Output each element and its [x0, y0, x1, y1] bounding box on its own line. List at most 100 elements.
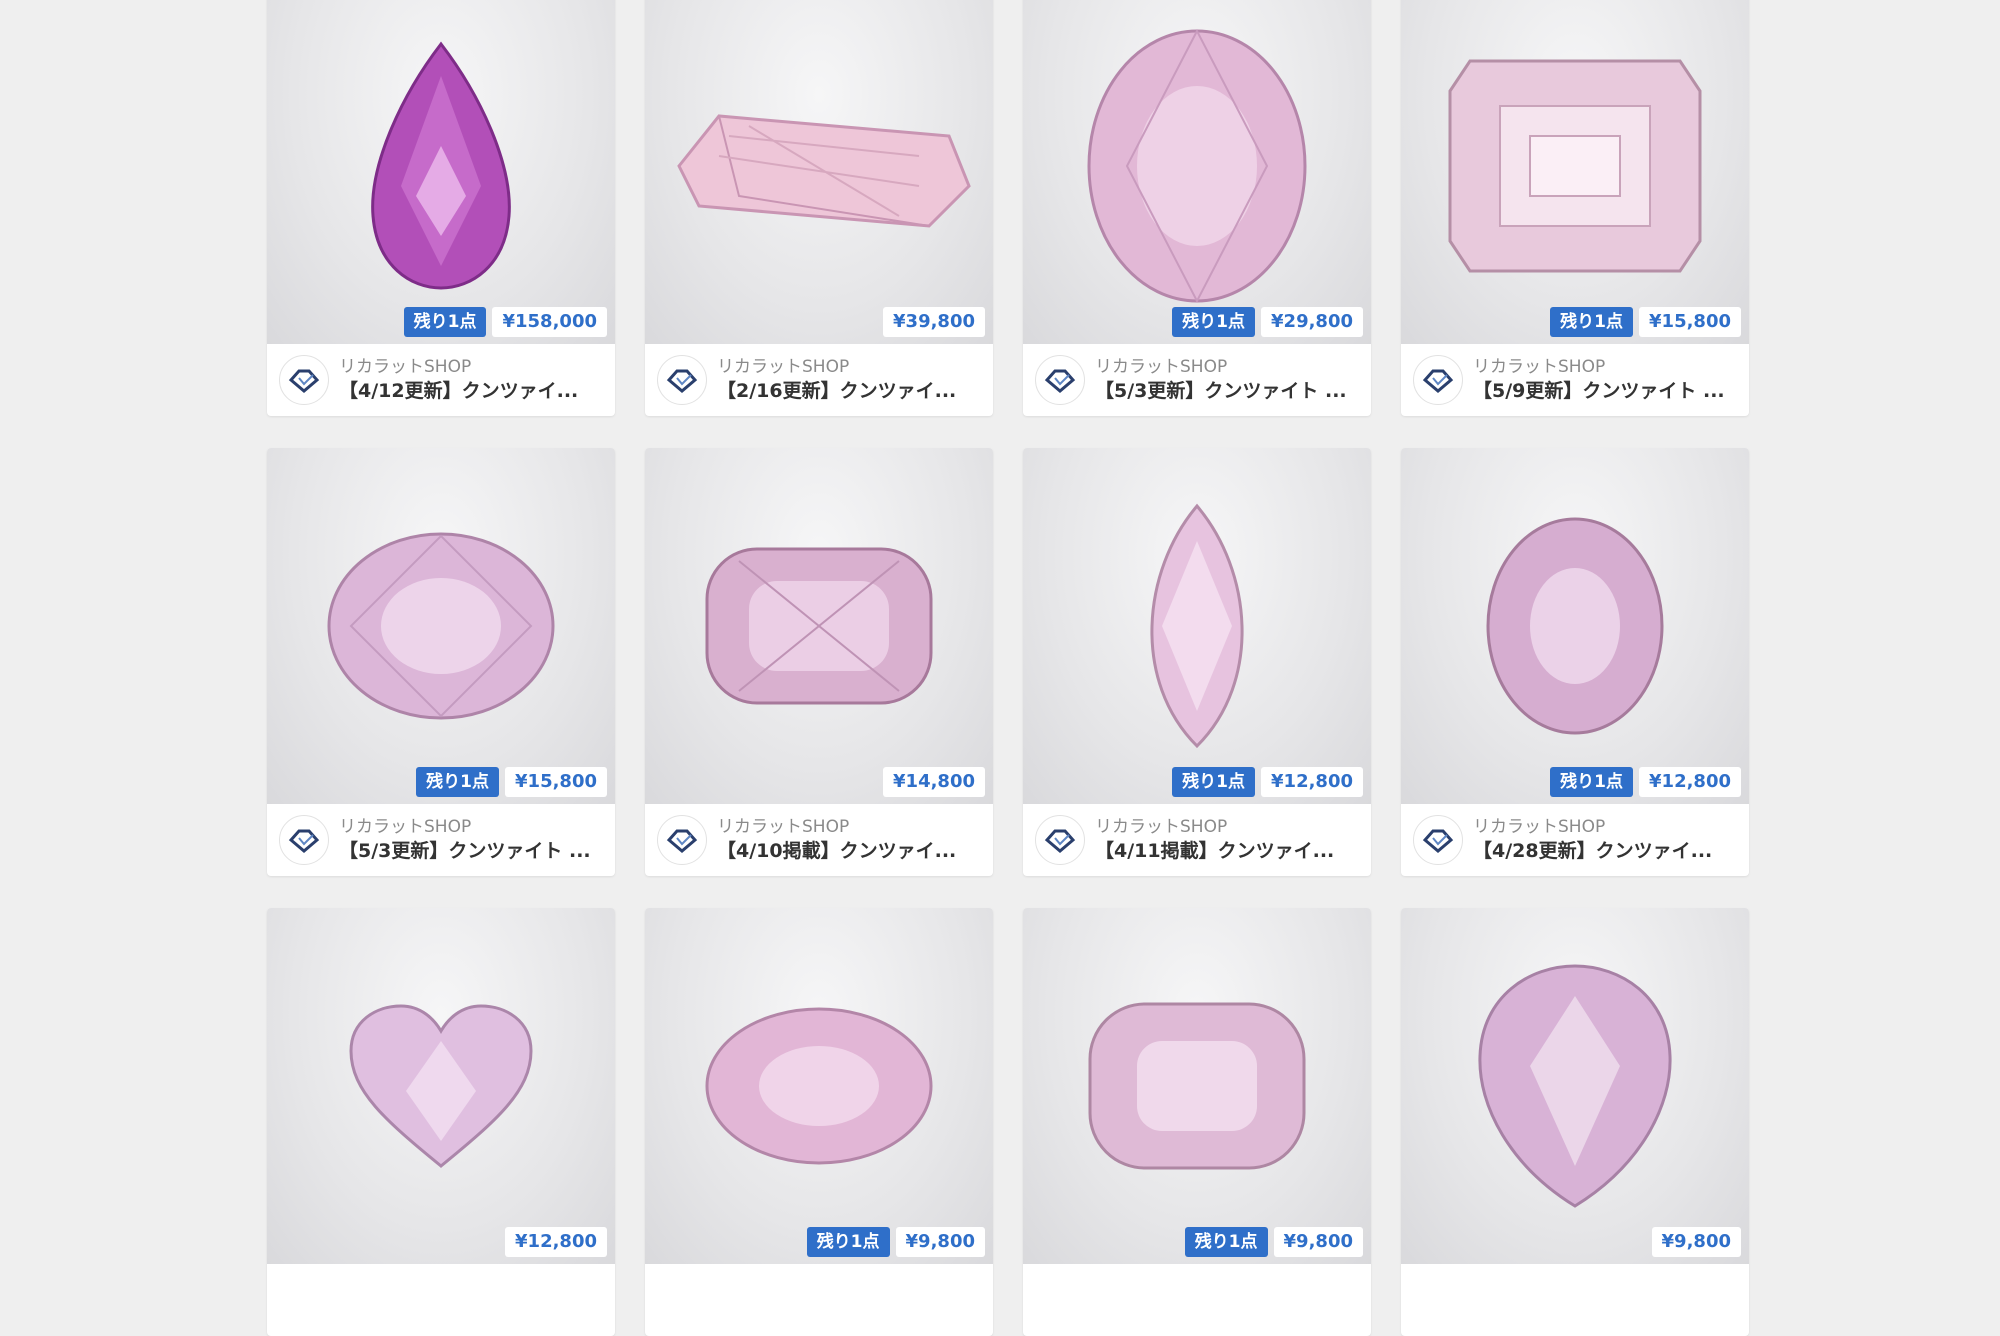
price-badge: ¥14,800 — [883, 767, 985, 797]
product-photo[interactable]: 残り1点 ¥9,800 — [1023, 908, 1371, 1264]
product-photo[interactable]: 残り1点 ¥9,800 — [645, 908, 993, 1264]
card-meta: リカラットSHOP 【2/16更新】クンツァイ... — [645, 344, 993, 416]
shop-logo-icon[interactable] — [1035, 815, 1085, 865]
product-title[interactable]: 【5/3更新】クンツァイト ... — [339, 838, 603, 864]
oval-gem-icon — [1087, 28, 1307, 304]
product-photo[interactable]: 残り1点 ¥158,000 — [267, 0, 615, 344]
product-card[interactable]: 残り1点 ¥9,800 — [645, 908, 993, 1336]
stock-badge: 残り1点 — [1184, 1227, 1268, 1257]
shop-name[interactable]: リカラットSHOP — [339, 816, 603, 838]
badges: ¥12,800 — [505, 1227, 607, 1257]
product-card[interactable]: ¥12,800 — [267, 908, 615, 1336]
shop-name[interactable]: リカラットSHOP — [1473, 356, 1737, 378]
stock-badge: 残り1点 — [416, 767, 500, 797]
product-title[interactable]: 【5/3更新】クンツァイト ... — [1095, 378, 1359, 404]
stock-badge: 残り1点 — [806, 1227, 890, 1257]
badges: 残り1点 ¥12,800 — [1550, 767, 1741, 797]
product-photo[interactable]: 残り1点 ¥12,800 — [1401, 448, 1749, 804]
badges: 残り1点 ¥15,800 — [1550, 307, 1741, 337]
shop-logo-icon[interactable] — [279, 815, 329, 865]
pear-gem-icon — [371, 41, 511, 290]
price-badge: ¥9,800 — [1651, 1227, 1741, 1257]
badges: 残り1点 ¥9,800 — [1184, 1227, 1363, 1257]
cushion-gem-icon — [705, 547, 933, 705]
product-title[interactable]: 【4/12更新】クンツァイ... — [339, 378, 603, 404]
card-meta: リカラットSHOP 【4/10掲載】クンツァイ... — [645, 804, 993, 876]
product-title[interactable]: 【5/9更新】クンツァイト ... — [1473, 378, 1737, 404]
shop-logo-icon[interactable] — [657, 355, 707, 405]
shop-name[interactable]: リカラットSHOP — [339, 356, 603, 378]
product-photo[interactable]: 残り1点 ¥15,800 — [1401, 0, 1749, 344]
badges: 残り1点 ¥29,800 — [1172, 307, 1363, 337]
oval-gem-icon — [1486, 517, 1664, 735]
product-photo[interactable]: 残り1点 ¥29,800 — [1023, 0, 1371, 344]
stock-badge: 残り1点 — [403, 307, 487, 337]
product-card[interactable]: 残り1点 ¥29,800 リカラットSHOP 【5/3更新】クンツァイト ... — [1023, 0, 1371, 416]
badges: ¥9,800 — [1651, 1227, 1741, 1257]
price-badge: ¥39,800 — [883, 307, 985, 337]
shop-name[interactable]: リカラットSHOP — [1473, 816, 1737, 838]
shop-logo-icon[interactable] — [657, 815, 707, 865]
price-badge: ¥15,800 — [505, 767, 607, 797]
oval-gem-icon — [705, 1007, 933, 1165]
emerald-cut-gem-icon — [1448, 59, 1702, 273]
elongated-gem-icon — [677, 114, 971, 228]
oval-gem-icon — [327, 532, 555, 720]
product-card[interactable]: ¥9,800 — [1401, 908, 1749, 1336]
price-badge: ¥29,800 — [1261, 307, 1363, 337]
card-meta: リカラットSHOP 【4/11掲載】クンツァイ... — [1023, 804, 1371, 876]
badges: ¥39,800 — [883, 307, 985, 337]
badges: ¥14,800 — [883, 767, 985, 797]
price-badge: ¥12,800 — [505, 1227, 607, 1257]
product-photo[interactable]: ¥39,800 — [645, 0, 993, 344]
product-card[interactable]: 残り1点 ¥15,800 リカラットSHOP 【5/3更新】クンツァイト ... — [267, 448, 615, 876]
badges: 残り1点 ¥15,800 — [416, 767, 607, 797]
product-title[interactable]: 【4/10掲載】クンツァイ... — [717, 838, 981, 864]
marquise-gem-icon — [1150, 503, 1244, 749]
product-title[interactable]: 【2/16更新】クンツァイ... — [717, 378, 981, 404]
product-photo[interactable]: 残り1点 ¥15,800 — [267, 448, 615, 804]
stock-badge: 残り1点 — [1550, 767, 1634, 797]
price-badge: ¥158,000 — [492, 307, 607, 337]
shop-logo-icon[interactable] — [279, 355, 329, 405]
product-card[interactable]: 残り1点 ¥12,800 リカラットSHOP 【4/11掲載】クンツァイ... — [1023, 448, 1371, 876]
pear-gem-icon — [1478, 964, 1672, 1208]
badges: 残り1点 ¥12,800 — [1172, 767, 1363, 797]
product-title[interactable]: 【4/28更新】クンツァイ... — [1473, 838, 1737, 864]
shop-logo-icon[interactable] — [1413, 355, 1463, 405]
product-card[interactable]: 残り1点 ¥9,800 — [1023, 908, 1371, 1336]
cushion-gem-icon — [1088, 1002, 1306, 1170]
card-meta: リカラットSHOP 【5/3更新】クンツァイト ... — [1023, 344, 1371, 416]
shop-logo-icon[interactable] — [1035, 355, 1085, 405]
shop-name[interactable]: リカラットSHOP — [717, 816, 981, 838]
shop-name[interactable]: リカラットSHOP — [1095, 816, 1359, 838]
product-card[interactable]: 残り1点 ¥15,800 リカラットSHOP 【5/9更新】クンツァイト ... — [1401, 0, 1749, 416]
card-meta: リカラットSHOP 【5/3更新】クンツァイト ... — [267, 804, 615, 876]
product-card[interactable]: ¥39,800 リカラットSHOP 【2/16更新】クンツァイ... — [645, 0, 993, 416]
stock-badge: 残り1点 — [1172, 767, 1256, 797]
shop-name[interactable]: リカラットSHOP — [717, 356, 981, 378]
card-meta: リカラットSHOP 【4/12更新】クンツァイ... — [267, 344, 615, 416]
product-card[interactable]: 残り1点 ¥158,000 リカラットSHOP 【4/12更新】クンツァイ... — [267, 0, 615, 416]
product-photo[interactable]: ¥12,800 — [267, 908, 615, 1264]
product-card[interactable]: 残り1点 ¥12,800 リカラットSHOP 【4/28更新】クンツァイ... — [1401, 448, 1749, 876]
price-badge: ¥12,800 — [1261, 767, 1363, 797]
product-photo[interactable]: ¥9,800 — [1401, 908, 1749, 1264]
price-badge: ¥9,800 — [1273, 1227, 1363, 1257]
product-card[interactable]: ¥14,800 リカラットSHOP 【4/10掲載】クンツァイ... — [645, 448, 993, 876]
badges: 残り1点 ¥158,000 — [403, 307, 607, 337]
heart-gem-icon — [349, 1004, 533, 1168]
product-title[interactable]: 【4/11掲載】クンツァイ... — [1095, 838, 1359, 864]
price-badge: ¥12,800 — [1639, 767, 1741, 797]
card-meta: リカラットSHOP 【5/9更新】クンツァイト ... — [1401, 344, 1749, 416]
price-badge: ¥9,800 — [895, 1227, 985, 1257]
price-badge: ¥15,800 — [1639, 307, 1741, 337]
product-grid: 残り1点 ¥158,000 リカラットSHOP 【4/12更新】クンツァイ...… — [267, 0, 1750, 1336]
shop-logo-icon[interactable] — [1413, 815, 1463, 865]
shop-name[interactable]: リカラットSHOP — [1095, 356, 1359, 378]
badges: 残り1点 ¥9,800 — [806, 1227, 985, 1257]
card-meta: リカラットSHOP 【4/28更新】クンツァイ... — [1401, 804, 1749, 876]
stock-badge: 残り1点 — [1172, 307, 1256, 337]
product-photo[interactable]: 残り1点 ¥12,800 — [1023, 448, 1371, 804]
product-photo[interactable]: ¥14,800 — [645, 448, 993, 804]
